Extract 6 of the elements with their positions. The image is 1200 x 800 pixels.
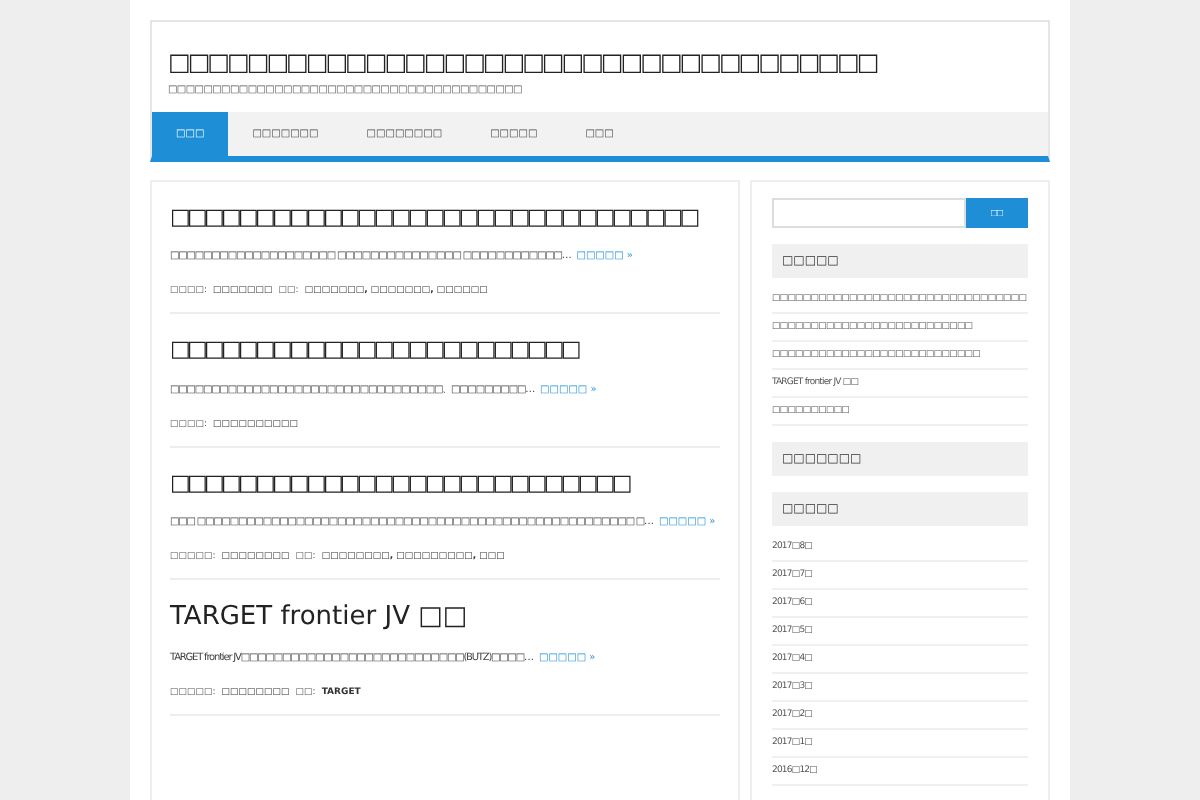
post-title[interactable]: □□□□□□□□□□□□□□□□□□□□□□□□□□□: [170, 470, 720, 496]
post-title[interactable]: TARGET frontier JV □□: [170, 602, 720, 632]
search-field[interactable]: [772, 198, 966, 228]
post-title[interactable]: □□□□□□□□□□□□□□□□□□□□□□□□: [170, 336, 720, 362]
post-title[interactable]: □□□□□□□□□□□□□□□□□□□□□□□□□□□□□□□: [170, 204, 720, 230]
site-title[interactable]: □□□□□□□□□□□□□□□□□□□□□□□□□□□□□□□□□□□□: [168, 46, 1032, 78]
